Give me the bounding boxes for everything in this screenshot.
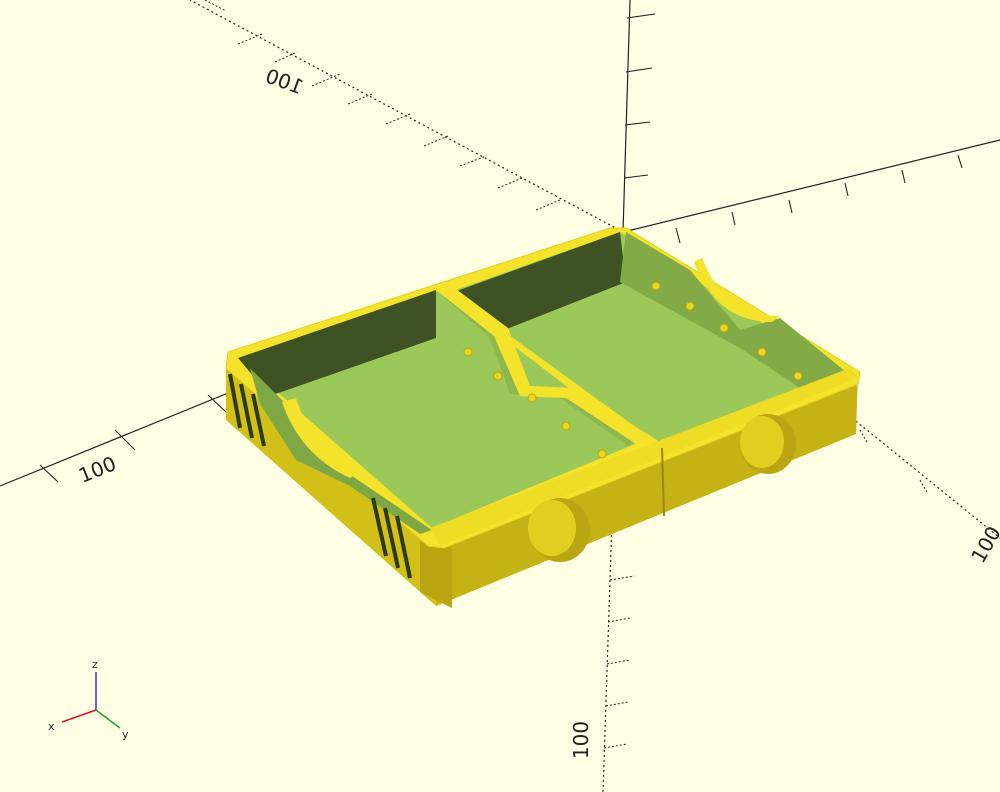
- gizmo-z-label: z: [92, 658, 98, 671]
- tray-model[interactable]: [225, 227, 861, 608]
- gizmo-x-label: x: [48, 720, 55, 733]
- axis-z-positive: [622, 0, 631, 233]
- xyz-axes-icon: z x y: [48, 658, 129, 741]
- gizmo-y-label: y: [122, 728, 129, 741]
- axis-y-positive: [622, 139, 1000, 233]
- scale-label-neg-x: 100: [966, 522, 1000, 567]
- scale-label-pos-x: 100: [75, 451, 119, 488]
- axis-z-negative: [602, 519, 613, 792]
- scale-label-neg-y: 100: [262, 64, 306, 100]
- scale-label-neg-z: 100: [569, 721, 593, 759]
- 3d-viewport[interactable]: 100 100 100 100 z x y: [0, 0, 1000, 792]
